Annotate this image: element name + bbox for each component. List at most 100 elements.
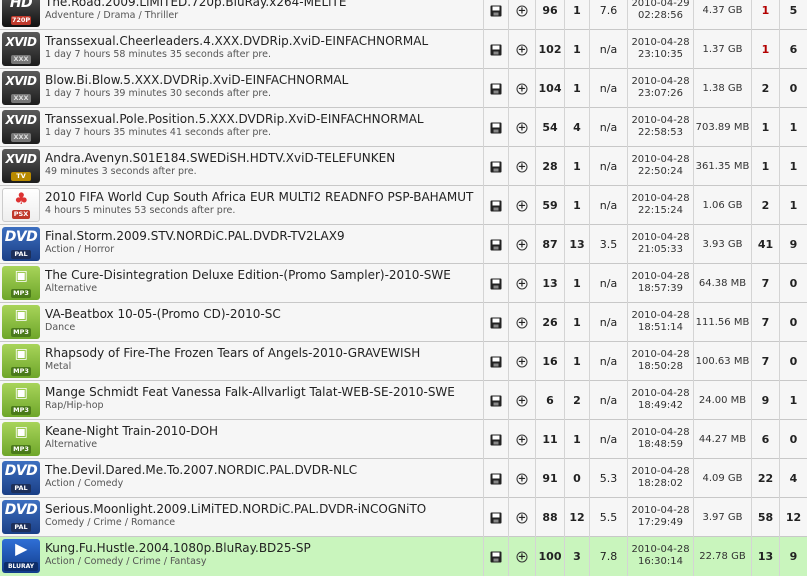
- download-disk-icon[interactable]: [490, 278, 502, 289]
- comments-count[interactable]: 26: [535, 303, 564, 342]
- torrent-title-link[interactable]: Blow.Bi.Blow.5.XXX.DVDRip.XviD-EINFACHNO…: [45, 73, 480, 88]
- download-disk-icon[interactable]: [490, 473, 502, 484]
- comments-count[interactable]: 91: [535, 459, 564, 498]
- category-badge-icon[interactable]: ▣ MP3: [2, 344, 40, 378]
- comments-count[interactable]: 59: [535, 186, 564, 225]
- category-badge-icon[interactable]: DVD PAL: [2, 500, 40, 534]
- download-disk-icon[interactable]: [490, 317, 502, 328]
- add-plus-icon[interactable]: +: [516, 5, 528, 16]
- add-plus-icon[interactable]: +: [516, 512, 528, 523]
- add-plus-icon[interactable]: +: [516, 317, 528, 328]
- torrent-title-link[interactable]: Transsexual.Pole.Position.5.XXX.DVDRip.X…: [45, 112, 480, 127]
- leechers-count[interactable]: 5: [779, 0, 807, 30]
- comments-count[interactable]: 102: [535, 30, 564, 69]
- comments-count[interactable]: 96: [535, 0, 564, 30]
- leechers-count[interactable]: 1: [779, 381, 807, 420]
- download-disk-icon[interactable]: [490, 5, 502, 16]
- category-badge-icon[interactable]: XVID XXX: [2, 110, 40, 144]
- seeders-count[interactable]: 41: [751, 225, 779, 264]
- download-disk-icon[interactable]: [490, 122, 502, 133]
- torrent-title-link[interactable]: Serious.Moonlight.2009.LiMiTED.NORDiC.PA…: [45, 502, 480, 517]
- torrent-title-link[interactable]: The.Devil.Dared.Me.To.2007.NORDIC.PAL.DV…: [45, 463, 480, 478]
- leechers-count[interactable]: 9: [779, 537, 807, 576]
- category-badge-icon[interactable]: ♣ PSX: [2, 188, 40, 222]
- comments-count[interactable]: 6: [535, 381, 564, 420]
- seeders-count[interactable]: 1: [751, 108, 779, 147]
- add-plus-icon[interactable]: +: [516, 551, 528, 562]
- leechers-count[interactable]: 0: [779, 303, 807, 342]
- download-disk-icon[interactable]: [490, 239, 502, 250]
- leechers-count[interactable]: 0: [779, 420, 807, 459]
- leechers-count[interactable]: 0: [779, 342, 807, 381]
- comments-count[interactable]: 100: [535, 537, 564, 576]
- torrent-title-link[interactable]: The.Road.2009.LiMiTED.720p.BluRay.x264-M…: [45, 0, 480, 10]
- download-disk-icon[interactable]: [490, 356, 502, 367]
- download-disk-icon[interactable]: [490, 200, 502, 211]
- add-plus-icon[interactable]: +: [516, 122, 528, 133]
- seeders-count[interactable]: 22: [751, 459, 779, 498]
- comments-count[interactable]: 104: [535, 69, 564, 108]
- comments-count[interactable]: 88: [535, 498, 564, 537]
- add-plus-icon[interactable]: +: [516, 278, 528, 289]
- seeders-count[interactable]: 2: [751, 69, 779, 108]
- comments-count[interactable]: 16: [535, 342, 564, 381]
- leechers-count[interactable]: 4: [779, 459, 807, 498]
- category-badge-icon[interactable]: HD 720P: [2, 0, 40, 27]
- seeders-count[interactable]: 58: [751, 498, 779, 537]
- add-plus-icon[interactable]: +: [516, 161, 528, 172]
- download-disk-icon[interactable]: [490, 395, 502, 406]
- comments-count[interactable]: 11: [535, 420, 564, 459]
- category-badge-icon[interactable]: XVID XXX: [2, 32, 40, 66]
- leechers-count[interactable]: 0: [779, 69, 807, 108]
- torrent-title-link[interactable]: Transsexual.Cheerleaders.4.XXX.DVDRip.Xv…: [45, 34, 480, 49]
- torrent-title-link[interactable]: Rhapsody of Fire-The Frozen Tears of Ang…: [45, 346, 480, 361]
- add-plus-icon[interactable]: +: [516, 83, 528, 94]
- category-badge-icon[interactable]: ▣ MP3: [2, 305, 40, 339]
- seeders-count[interactable]: 9: [751, 381, 779, 420]
- torrent-title-link[interactable]: Keane-Night Train-2010-DOH: [45, 424, 480, 439]
- seeders-count[interactable]: 1: [751, 30, 779, 69]
- seeders-count[interactable]: 7: [751, 264, 779, 303]
- download-disk-icon[interactable]: [490, 512, 502, 523]
- comments-count[interactable]: 87: [535, 225, 564, 264]
- seeders-count[interactable]: 7: [751, 303, 779, 342]
- category-badge-icon[interactable]: ▶ BLURAY: [2, 539, 40, 573]
- torrent-title-link[interactable]: VA-Beatbox 10-05-(Promo CD)-2010-SC: [45, 307, 480, 322]
- comments-count[interactable]: 54: [535, 108, 564, 147]
- leechers-count[interactable]: 0: [779, 264, 807, 303]
- add-plus-icon[interactable]: +: [516, 473, 528, 484]
- torrent-title-link[interactable]: The Cure-Disintegration Deluxe Edition-(…: [45, 268, 480, 283]
- add-plus-icon[interactable]: +: [516, 395, 528, 406]
- torrent-title-link[interactable]: Andra.Avenyn.S01E184.SWEDiSH.HDTV.XviD-T…: [45, 151, 480, 166]
- category-badge-icon[interactable]: ▣ MP3: [2, 383, 40, 417]
- seeders-count[interactable]: 1: [751, 0, 779, 30]
- leechers-count[interactable]: 1: [779, 147, 807, 186]
- category-badge-icon[interactable]: DVD PAL: [2, 461, 40, 495]
- seeders-count[interactable]: 13: [751, 537, 779, 576]
- add-plus-icon[interactable]: +: [516, 44, 528, 55]
- seeders-count[interactable]: 7: [751, 342, 779, 381]
- leechers-count[interactable]: 1: [779, 108, 807, 147]
- leechers-count[interactable]: 6: [779, 30, 807, 69]
- seeders-count[interactable]: 6: [751, 420, 779, 459]
- seeders-count[interactable]: 1: [751, 147, 779, 186]
- add-plus-icon[interactable]: +: [516, 356, 528, 367]
- add-plus-icon[interactable]: +: [516, 200, 528, 211]
- leechers-count[interactable]: 9: [779, 225, 807, 264]
- seeders-count[interactable]: 2: [751, 186, 779, 225]
- torrent-title-link[interactable]: Kung.Fu.Hustle.2004.1080p.BluRay.BD25-SP: [45, 541, 480, 556]
- torrent-title-link[interactable]: Final.Storm.2009.STV.NORDiC.PAL.DVDR-TV2…: [45, 229, 480, 244]
- leechers-count[interactable]: 1: [779, 186, 807, 225]
- download-disk-icon[interactable]: [490, 44, 502, 55]
- comments-count[interactable]: 13: [535, 264, 564, 303]
- torrent-title-link[interactable]: Mange Schmidt Feat Vanessa Falk-Allvarli…: [45, 385, 480, 400]
- category-badge-icon[interactable]: XVID XXX: [2, 71, 40, 105]
- category-badge-icon[interactable]: ▣ MP3: [2, 422, 40, 456]
- download-disk-icon[interactable]: [490, 434, 502, 445]
- torrent-title-link[interactable]: 2010 FIFA World Cup South Africa EUR MUL…: [45, 190, 480, 205]
- category-badge-icon[interactable]: ▣ MP3: [2, 266, 40, 300]
- add-plus-icon[interactable]: +: [516, 434, 528, 445]
- download-disk-icon[interactable]: [490, 83, 502, 94]
- add-plus-icon[interactable]: +: [516, 239, 528, 250]
- comments-count[interactable]: 28: [535, 147, 564, 186]
